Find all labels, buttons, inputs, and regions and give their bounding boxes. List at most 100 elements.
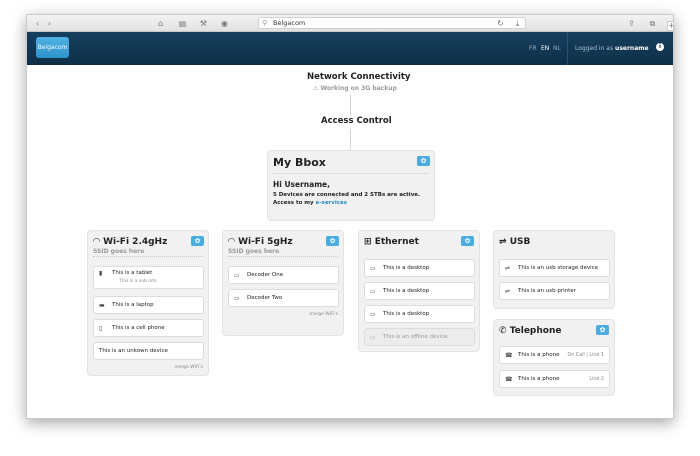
device-label: This is a desktop [383, 288, 430, 294]
device-item[interactable]: ▭ This is a desktop [364, 259, 475, 277]
divider [273, 173, 429, 174]
address-bar[interactable]: ⚲ Belgacom ↻ ⤓ [258, 17, 526, 29]
device-label: This is a laptop [112, 302, 154, 308]
wifi-icon: ◠ [93, 237, 104, 247]
phone-label: This is a phone [518, 352, 560, 358]
forward-icon[interactable]: › [44, 18, 55, 29]
wifi-icon: ◠ [228, 237, 239, 247]
phone-label: This is a phone [518, 376, 560, 382]
phone-status: On Call | Line 1 [567, 353, 604, 358]
tabs-icon[interactable]: ⧉ [647, 18, 658, 29]
phone-icon: ☎ [505, 352, 513, 359]
merge-wifi-link[interactable]: merge WiFi's [309, 312, 338, 317]
bbox-card: My Bbox ✿ Hi Username, 5 Devices are con… [267, 150, 435, 221]
desktop-icon: ▭ [370, 334, 376, 341]
shield-icon[interactable]: ◉ [219, 18, 230, 29]
device-item[interactable]: ▮ This is a tablet This is a sub info [93, 266, 204, 289]
device-item[interactable]: ⇌ This is an usb storage device [499, 259, 610, 277]
connector-line [350, 95, 351, 115]
screen: ‹ › ⌂ ▤ ⚒ ◉ ⚲ Belgacom ↻ ⤓ ⇪ ⧉ + Belgaco… [0, 0, 700, 456]
share-icon[interactable]: ⇪ [626, 18, 637, 29]
new-tab-button[interactable]: + [667, 21, 673, 31]
network-icon: ⊞ [364, 237, 375, 247]
wifi-5-settings-icon[interactable]: ✿ [326, 236, 339, 246]
network-status: ⚠ Working on 3G backup [313, 85, 397, 92]
decoder-icon: ▭ [234, 295, 240, 302]
device-label: This is a desktop [383, 265, 430, 271]
device-item-offline[interactable]: ▭ This is an offline device [364, 328, 475, 346]
device-item[interactable]: ▯ This is a cell phone [93, 319, 204, 337]
back-icon[interactable]: ‹ [32, 18, 43, 29]
desktop-icon: ▭ [370, 288, 376, 295]
device-label: This is a desktop [383, 311, 430, 317]
merge-wifi-link[interactable]: merge WiFi's [174, 365, 203, 370]
wifi-24-title: ◠ Wi-Fi 2.4gHz [93, 237, 168, 247]
desktop-icon: ▭ [370, 265, 376, 272]
phone-item[interactable]: ☎ This is a phone On Call | Line 1 [499, 346, 610, 364]
wifi-5-card: ◠ Wi-Fi 5gHz ✿ SSID goes here ▭ Decoder … [222, 230, 344, 336]
header-divider [567, 32, 568, 65]
tools-icon[interactable]: ⚒ [198, 18, 209, 29]
device-label: Decoder Two [247, 295, 283, 301]
telephone-title: ✆ Telephone [499, 326, 562, 336]
access-control-title[interactable]: Access Control [321, 116, 392, 126]
lang-en[interactable]: EN [541, 45, 549, 52]
lang-nl[interactable]: NL [553, 45, 561, 52]
usb-icon: ⇌ [505, 265, 511, 272]
device-item[interactable]: This is an unkown device [93, 342, 204, 360]
bbox-access: Access to my e-services [273, 200, 347, 206]
usb-icon: ⇌ [505, 288, 511, 295]
device-item[interactable]: ▭ This is a desktop [364, 305, 475, 323]
database-icon[interactable]: ▤ [177, 18, 188, 29]
wifi-5-title: ◠ Wi-Fi 5gHz [228, 237, 293, 247]
desktop-icon: ▭ [370, 311, 376, 318]
reload-icon[interactable]: ↻ [495, 18, 506, 29]
decoder-icon: ▭ [234, 272, 240, 279]
device-item[interactable]: ▬ This is a laptop [93, 296, 204, 314]
usb-icon: ⇌ [499, 237, 510, 247]
device-label: This is an offline device [383, 334, 448, 340]
home-icon[interactable]: ⌂ [155, 18, 166, 29]
app-header: Belgacom FR EN NL Logged in as username … [27, 32, 673, 65]
divider [228, 256, 338, 257]
connector-line [350, 129, 351, 150]
device-subinfo: This is a sub info [119, 279, 157, 284]
ethernet-card: ⊞ Ethernet ✿ ▭ This is a desktop ▭ This … [358, 230, 480, 352]
telephone-settings-icon[interactable]: ✿ [596, 325, 609, 335]
phone-icon: ✆ [499, 326, 510, 336]
info-icon[interactable]: i [656, 43, 664, 51]
wifi-24-ssid: SSID goes here [93, 248, 145, 255]
divider [93, 256, 203, 257]
bbox-summary: 5 Devices are connected and 2 STBs are a… [273, 192, 421, 198]
device-label: This is an unkown device [99, 348, 168, 354]
wifi-24-card: ◠ Wi-Fi 2.4gHz ✿ SSID goes here ▮ This i… [87, 230, 209, 376]
browser-toolbar: ‹ › ⌂ ▤ ⚒ ◉ ⚲ Belgacom ↻ ⤓ ⇪ ⧉ + [27, 15, 673, 32]
network-connectivity-title[interactable]: Network Connectivity [307, 72, 410, 82]
lang-fr[interactable]: FR [529, 45, 537, 52]
e-services-link[interactable]: e-services [316, 200, 347, 206]
device-label: This is an usb printer [518, 288, 576, 294]
ethernet-title: ⊞ Ethernet [364, 237, 419, 247]
belgacom-logo[interactable]: Belgacom [36, 37, 69, 58]
wifi-24-settings-icon[interactable]: ✿ [191, 236, 204, 246]
device-item[interactable]: ▭ Decoder One [228, 266, 339, 284]
username[interactable]: username [615, 45, 649, 52]
device-label: This is a cell phone [112, 325, 165, 331]
bbox-settings-icon[interactable]: ✿ [417, 156, 430, 166]
bbox-title: My Bbox [273, 156, 326, 169]
device-item[interactable]: ▭ Decoder Two [228, 289, 339, 307]
usb-card: ⇌ USB ⇌ This is an usb storage device ⇌ … [493, 230, 615, 309]
logged-in-status: Logged in as username [575, 45, 649, 52]
phone-status: Line 2 [589, 377, 604, 382]
device-label: This is an usb storage device [518, 265, 599, 271]
download-icon[interactable]: ⤓ [512, 18, 523, 29]
device-item[interactable]: ▭ This is a desktop [364, 282, 475, 300]
ethernet-settings-icon[interactable]: ✿ [461, 236, 474, 246]
url-text: Belgacom [273, 19, 306, 27]
device-item[interactable]: ⇌ This is an usb printer [499, 282, 610, 300]
bbox-greeting: Hi Username, [273, 180, 330, 189]
search-icon: ⚲ [262, 19, 268, 27]
browser-window: ‹ › ⌂ ▤ ⚒ ◉ ⚲ Belgacom ↻ ⤓ ⇪ ⧉ + Belgaco… [26, 14, 674, 419]
phone-item[interactable]: ☎ This is a phone Line 2 [499, 370, 610, 388]
device-label: Decoder One [247, 272, 284, 278]
